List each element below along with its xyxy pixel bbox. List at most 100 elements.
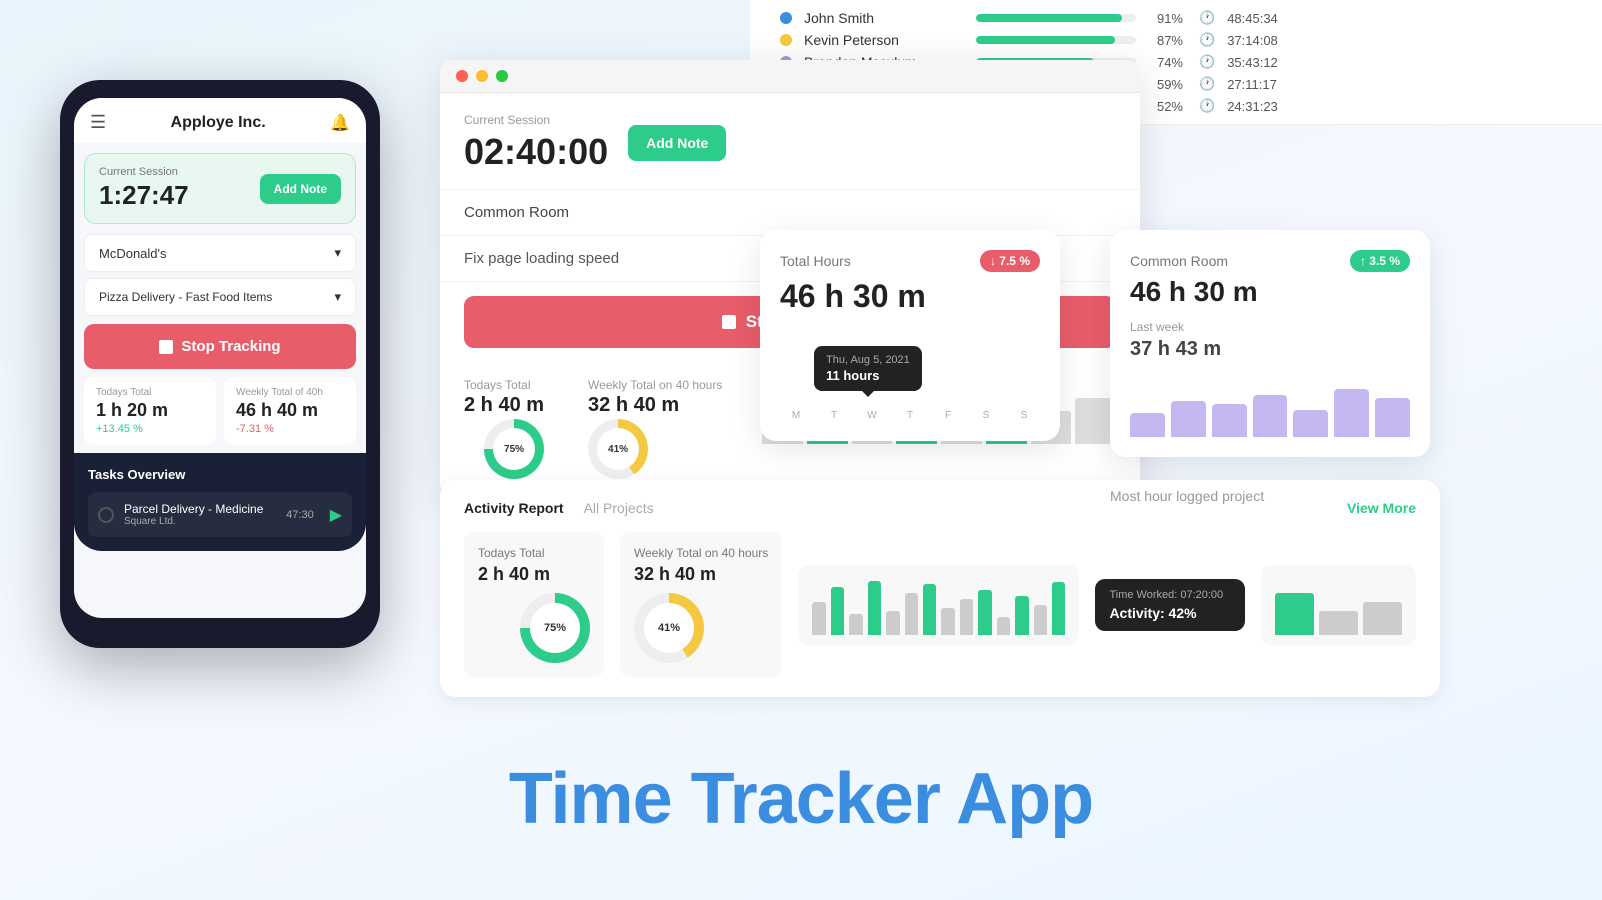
activity-bar — [941, 608, 954, 635]
most-hour-logged-label: Most hour logged project — [1110, 488, 1264, 504]
mini-bar — [1334, 389, 1369, 437]
stop-icon — [159, 340, 173, 354]
browser-maximize-dot[interactable] — [496, 70, 508, 82]
activity-bar — [1275, 593, 1314, 635]
activity-section: Activity Report All Projects View More T… — [440, 480, 1440, 697]
browser-close-dot[interactable] — [456, 70, 468, 82]
phone-dropdown-task[interactable]: Pizza Delivery - Fast Food Items ▾ — [84, 278, 356, 316]
weekly-label: Weekly Total on 40 hours — [634, 546, 768, 560]
task-item: Parcel Delivery - Medicine Square Ltd. 4… — [88, 492, 352, 537]
employee-bar-wrap — [976, 36, 1136, 44]
employee-time: 48:45:34 — [1227, 11, 1302, 26]
employee-pct: 59% — [1148, 77, 1183, 92]
activity-bars — [798, 565, 1079, 645]
mini-bar — [1130, 413, 1165, 437]
employee-time: 37:14:08 — [1227, 33, 1302, 48]
session-time: 1:27:47 — [99, 180, 189, 211]
phone-mockup: ☰ Apploye Inc. 🔔 Current Session 1:27:47… — [60, 80, 380, 648]
weekly-time: 32 h 40 m — [634, 564, 768, 585]
chart-bar-s1: S — [970, 406, 1002, 421]
common-room-card: Common Room ↑ 3.5 % 46 h 30 m Last week … — [1110, 230, 1430, 457]
phone-dropdown-project[interactable]: McDonald's ▾ — [84, 234, 356, 272]
todays-donut-chart: 75% — [484, 419, 544, 479]
chevron-down-icon: ▾ — [334, 289, 341, 305]
todays-total-card: Todays Total 2 h 40 m 75% — [464, 532, 604, 677]
clock-icon: 🕐 — [1199, 32, 1215, 48]
todays-donut-inner: 75% — [493, 428, 535, 470]
total-hours-chart: M T W T Thu, Aug 5, 2021 11 hours F — [780, 331, 1040, 421]
activity-bar — [978, 590, 991, 635]
employee-name: Kevin Peterson — [804, 32, 964, 48]
activity-bar — [812, 602, 825, 635]
employee-dot — [780, 12, 792, 24]
activity-bar — [997, 617, 1010, 635]
activity-bar — [831, 587, 844, 635]
bell-icon[interactable]: 🔔 — [330, 113, 350, 133]
browser-minimize-dot[interactable] — [476, 70, 488, 82]
employee-pct: 87% — [1148, 33, 1183, 48]
task-circle-icon — [98, 507, 114, 523]
activity-bar — [849, 614, 862, 635]
mini-bar — [1171, 401, 1206, 437]
activity-bar — [1363, 602, 1402, 635]
chart-bar-s2: S — [1008, 406, 1040, 421]
total-hours-card: Total Hours ↓ 7.5 % 46 h 30 m M T W T Th… — [760, 230, 1060, 441]
employee-pct: 91% — [1148, 11, 1183, 26]
stop-icon — [722, 315, 736, 329]
chart-bar-f: F — [932, 406, 964, 421]
phone-todays-total: Todays Total 1 h 20 m +13.45 % — [84, 377, 216, 445]
clock-icon: 🕐 — [1199, 54, 1215, 70]
tab-all-projects[interactable]: All Projects — [584, 500, 654, 516]
menu-icon[interactable]: ☰ — [90, 112, 106, 133]
employee-bar-wrap — [976, 14, 1136, 22]
activity-bar — [1319, 611, 1358, 635]
phone-header: ☰ Apploye Inc. 🔔 — [74, 98, 366, 143]
todays-total-item: Todays Total 2 h 40 m 75% — [464, 378, 544, 479]
play-icon[interactable]: ▶ — [330, 505, 342, 525]
total-hours-badge: ↓ 7.5 % — [980, 250, 1040, 272]
browser-bar — [440, 60, 1140, 93]
activity-tabs: Activity Report All Projects — [464, 500, 654, 516]
session-label: Current Session — [99, 166, 189, 178]
hero-title: Time Tracker App — [509, 758, 1093, 840]
mini-bar — [1212, 404, 1247, 437]
common-room-title: Common Room — [1130, 253, 1228, 269]
tab-activity-report[interactable]: Activity Report — [464, 500, 564, 516]
weekly-donut-chart: 41% — [588, 419, 648, 479]
todays-donut: 75% — [520, 593, 590, 663]
employee-bar — [976, 14, 1122, 22]
clock-icon: 🕐 — [1199, 76, 1215, 92]
chart-bar-t1: T — [818, 406, 850, 421]
todays-label: Todays Total — [478, 546, 590, 560]
add-note-button[interactable]: Add Note — [628, 125, 726, 161]
activity-bar — [886, 611, 899, 635]
view-more-link[interactable]: View More — [1347, 500, 1416, 516]
activity-header: Activity Report All Projects View More — [464, 500, 1416, 516]
weekly-donut-inner: 41% — [597, 428, 639, 470]
weekly-total-card: Weekly Total on 40 hours 32 h 40 m 41% — [620, 532, 782, 677]
clock-icon: 🕐 — [1199, 10, 1215, 26]
last-week-hours: 37 h 43 m — [1130, 338, 1410, 361]
phone-totals: Todays Total 1 h 20 m +13.45 % Weekly To… — [84, 377, 356, 445]
activity-tooltip: Time Worked: 07:20:00 Activity: 42% — [1095, 579, 1245, 631]
phone: ☰ Apploye Inc. 🔔 Current Session 1:27:47… — [60, 80, 380, 648]
employee-time: 27:11:17 — [1227, 77, 1302, 92]
common-room-badge: ↑ 3.5 % — [1350, 250, 1410, 272]
activity-content: Todays Total 2 h 40 m 75% Weekly Total o… — [464, 532, 1416, 677]
phone-session-card: Current Session 1:27:47 Add Note — [84, 153, 356, 224]
last-week-label: Last week — [1130, 320, 1410, 334]
activity-bar — [1034, 605, 1047, 635]
chart-bar-m: M — [780, 406, 812, 421]
tracker-session-row: Current Session 02:40:00 Add Note — [440, 93, 1140, 190]
phone-stop-tracking-button[interactable]: Stop Tracking — [84, 324, 356, 369]
employee-row: Kevin Peterson 87% 🕐 37:14:08 — [780, 32, 1572, 48]
chart-tooltip: Thu, Aug 5, 2021 11 hours — [814, 346, 922, 391]
add-note-button[interactable]: Add Note — [260, 174, 341, 204]
clock-icon: 🕐 — [1199, 98, 1215, 114]
phone-weekly-total: Weekly Total of 40h 46 h 40 m -7.31 % — [224, 377, 356, 445]
employee-name: John Smith — [804, 10, 964, 26]
phone-screen: ☰ Apploye Inc. 🔔 Current Session 1:27:47… — [74, 98, 366, 618]
activity-bars-right — [1261, 565, 1416, 645]
weekly-donut: 41% — [634, 593, 704, 663]
activity-bar — [1015, 596, 1028, 635]
